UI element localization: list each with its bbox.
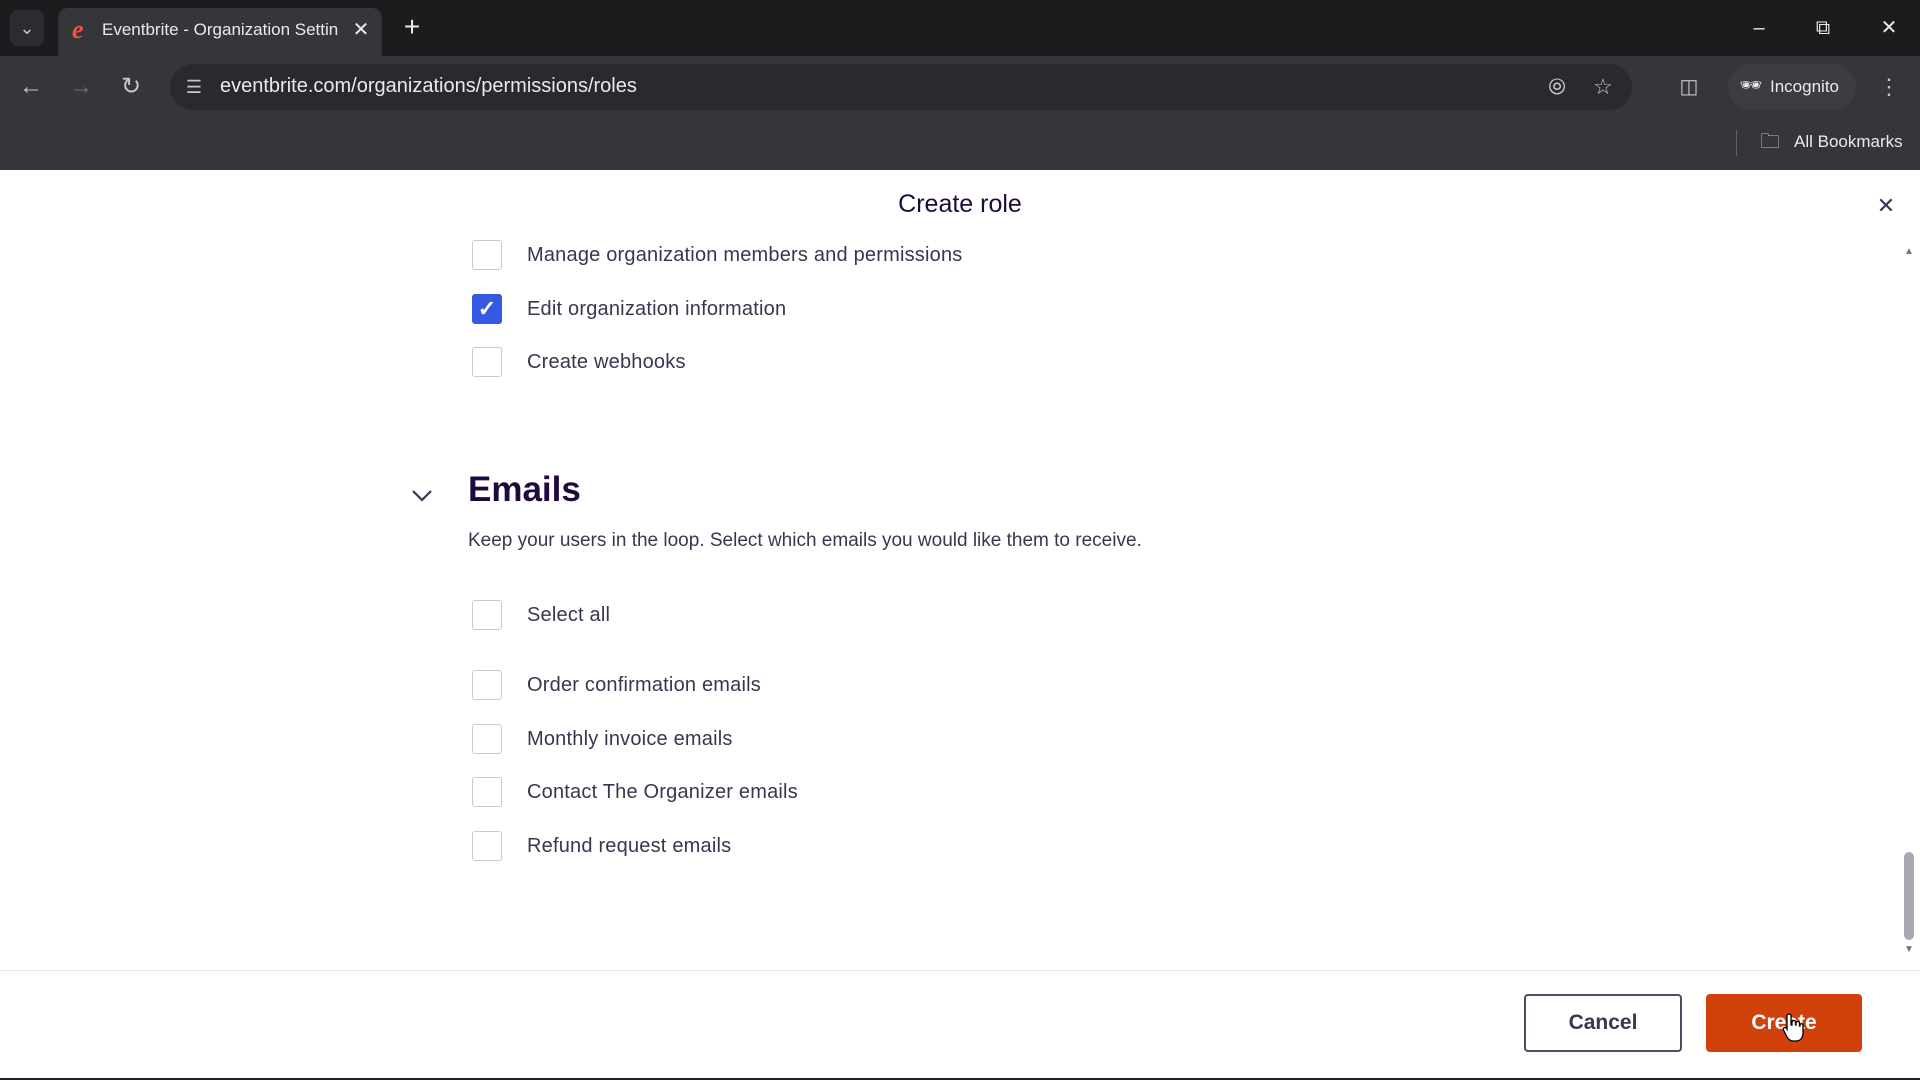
checkbox[interactable] [472,777,502,807]
chevron-down-icon[interactable] [406,480,438,512]
bookmarks-bar: 🗀 All Bookmarks [0,118,1920,170]
modal-title: Create role [898,190,1022,218]
checkbox-label: Order confirmation emails [527,674,761,696]
tab-title: Eventbrite - Organization Settin [102,20,338,39]
checkbox-label: Edit organization information [527,298,787,320]
checkbox-label: Manage organization members and permissi… [527,244,963,266]
checkbox-label: Create webhooks [527,351,686,373]
hand-cursor-icon [1782,1013,1804,1042]
tab-search-chevron-icon[interactable]: ⌄ [10,10,44,46]
checkbox[interactable] [472,724,502,754]
checkbox-label: Monthly invoice emails [527,728,733,750]
incognito-badge[interactable]: 🕶 Incognito [1728,64,1856,110]
scroll-up-arrow-icon[interactable]: ▲ [1902,246,1916,260]
eventbrite-favicon-icon: e [72,15,84,44]
side-panel-icon[interactable]: ◫ [1672,70,1706,104]
footer-divider [0,970,1920,971]
url-text: eventbrite.com/organizations/permissions… [220,75,637,97]
incognito-label: Incognito [1770,77,1839,96]
folder-icon: 🗀 [1760,131,1780,153]
reload-icon[interactable]: ↻ [114,70,148,104]
scroll-down-arrow-icon[interactable]: ▼ [1902,944,1916,958]
all-bookmarks-link[interactable]: All Bookmarks [1794,132,1903,152]
browser-toolbar: ← → ↻ ☰ eventbrite.com/organizations/per… [0,56,1920,118]
minimize-icon[interactable]: – [1736,8,1782,48]
checkbox-checked[interactable]: ✓ [472,294,502,324]
tab-close-icon[interactable]: ✕ [348,17,374,43]
browser-chrome: ⌄ e Eventbrite - Organization Settin ✕ +… [0,0,1920,170]
checkbox-label: Contact The Organizer emails [527,781,798,803]
cancel-button[interactable]: Cancel [1524,994,1682,1052]
section-description: Keep your users in the loop. Select whic… [468,530,1142,551]
bookmarks-divider [1736,130,1737,156]
checkbox[interactable] [472,600,502,630]
forward-arrow-icon[interactable]: → [64,70,98,104]
tracking-protection-eye-off-icon[interactable]: ⦾ [1542,73,1572,101]
site-settings-icon[interactable]: ☰ [180,73,208,101]
create-role-modal: Create role ✕ Manage organization member… [0,170,1920,1078]
address-bar[interactable]: ☰ eventbrite.com/organizations/permissio… [170,64,1632,110]
scrollbar[interactable] [1900,244,1918,952]
restore-icon[interactable]: ⧉ [1800,8,1846,48]
tab-strip: ⌄ e Eventbrite - Organization Settin ✕ +… [0,0,1920,56]
bookmark-star-icon[interactable]: ☆ [1588,73,1618,101]
section-title: Emails [468,470,581,509]
modal-close-icon[interactable]: ✕ [1870,190,1902,222]
checkbox[interactable] [472,240,502,270]
browser-menu-icon[interactable]: ⋮ [1872,70,1906,104]
checkbox-label: Select all [527,604,611,626]
checkbox[interactable] [472,670,502,700]
checkbox[interactable] [472,347,502,377]
incognito-icon: 🕶 [1739,75,1763,95]
checkbox-label: Refund request emails [527,835,732,857]
checkbox[interactable] [472,831,502,861]
scrollbar-thumb[interactable] [1904,852,1914,940]
new-tab-plus-icon[interactable]: + [396,12,428,44]
window-close-icon[interactable]: ✕ [1866,8,1912,48]
back-arrow-icon[interactable]: ← [14,70,48,104]
browser-tab[interactable]: e Eventbrite - Organization Settin ✕ [58,8,382,56]
